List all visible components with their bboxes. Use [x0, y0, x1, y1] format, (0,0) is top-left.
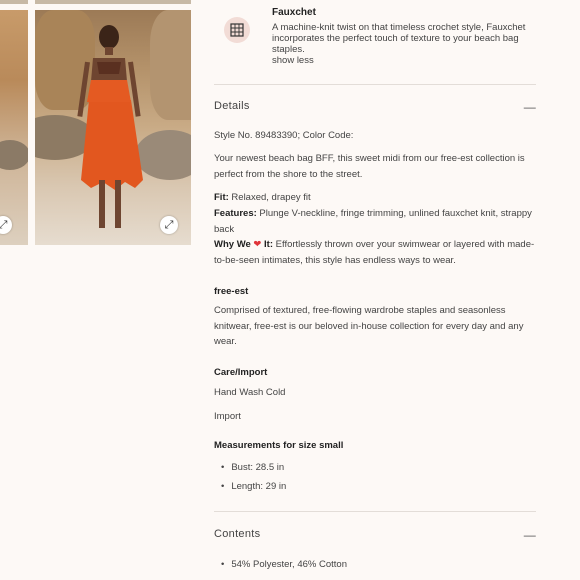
free-est-heading: free-est — [214, 286, 249, 297]
style-number: Style No. 89483390; Color Code: — [214, 130, 354, 141]
contents-accordion-header[interactable]: Contents — — [214, 528, 536, 542]
features-line: Features: Plunge V-neckline, fringe trim… — [214, 206, 536, 237]
product-gallery: ⤢ ⤢ — [0, 0, 195, 245]
fabric-description: A machine-knit twist on that timeless cr… — [272, 22, 526, 55]
measurements-heading: Measurements for size small — [214, 440, 344, 451]
fabric-info: Fauxchet A machine-knit twist on that ti… — [214, 5, 537, 66]
gallery-top-strip — [0, 0, 28, 4]
care-import-heading: Care/Import — [214, 367, 268, 378]
fit-line: Fit: Relaxed, drapey fit — [214, 190, 536, 206]
details-heading: Details — [214, 100, 250, 112]
expand-icon[interactable]: ⤢ — [0, 216, 12, 234]
contents-item: 54% Polyester, 46% Cotton — [221, 559, 347, 570]
divider — [214, 84, 536, 85]
divider — [214, 511, 536, 512]
gallery-top-strip — [35, 0, 191, 4]
expand-icon[interactable]: ⤢ — [160, 216, 178, 234]
fabric-swatch-icon — [224, 17, 250, 43]
product-image-previous[interactable]: ⤢ — [0, 10, 28, 245]
care-import: Import — [214, 411, 241, 422]
fit-label: Fit: — [214, 192, 229, 203]
features-value: Plunge V-neckline, fringe trimming, unli… — [214, 208, 532, 235]
fit-value: Relaxed, drapey fit — [228, 192, 311, 203]
why-we-love-it-line: Why We ❤ It: Effortlessly thrown over yo… — [214, 237, 536, 268]
product-image-main[interactable]: ⤢ — [35, 10, 191, 245]
details-accordion-header[interactable]: Details — — [214, 100, 536, 114]
measurement-item: Length: 29 in — [221, 481, 286, 492]
minus-icon[interactable]: — — [524, 528, 536, 542]
why-label: Why We ❤ It: — [214, 239, 273, 250]
rock-shape — [0, 140, 28, 170]
measurement-item: Bust: 28.5 in — [221, 462, 284, 473]
product-intro: Your newest beach bag BFF, this sweet mi… — [214, 153, 525, 180]
fabric-title: Fauxchet — [272, 7, 316, 18]
free-est-description: Comprised of textured, free-flowing ward… — [214, 305, 524, 347]
model-figure — [77, 25, 143, 228]
contents-heading: Contents — [214, 528, 261, 540]
minus-icon[interactable]: — — [524, 100, 536, 114]
features-label: Features: — [214, 208, 257, 219]
show-less-link[interactable]: show less — [272, 55, 314, 66]
care-wash: Hand Wash Cold — [214, 387, 286, 398]
